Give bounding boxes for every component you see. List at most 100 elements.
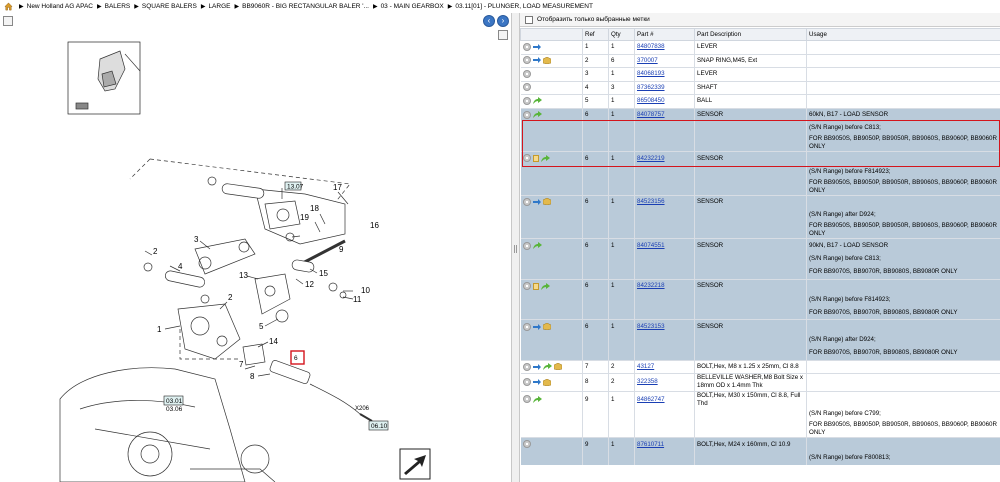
home-icon[interactable] bbox=[4, 2, 13, 11]
add-to-cart-icon[interactable] bbox=[522, 56, 531, 65]
table-row[interactable]: 1 1 84807838 LEVER bbox=[520, 40, 1000, 54]
table-row[interactable]: 9 1 84862747 BOLT,Hex, M30 x 150mm, Cl 8.8,… bbox=[520, 390, 1000, 408]
callout[interactable]: 18 bbox=[310, 204, 319, 213]
part-number-link[interactable]: 84807838 bbox=[637, 43, 665, 50]
breadcrumb-item[interactable]: ▶ 03 - MAIN GEARBOX bbox=[373, 3, 444, 10]
kit-box-icon[interactable] bbox=[553, 363, 562, 371]
callout[interactable]: 16 bbox=[370, 221, 379, 230]
splitter-grip-icon[interactable] bbox=[514, 245, 517, 253]
table-row[interactable]: FOR BB9050S, BB9050P, BB9050R, BB9060S, … bbox=[520, 222, 1000, 239]
table-row[interactable]: 7 2 43127 BOLT,Hex, M8 x 1.25 x 25mm, Cl 8.… bbox=[520, 359, 1000, 374]
add-to-cart-icon[interactable] bbox=[522, 282, 531, 291]
callout[interactable]: 17 bbox=[333, 183, 342, 192]
callout[interactable]: 10 bbox=[361, 286, 370, 295]
table-row[interactable]: 3 1 84068193 LEVER bbox=[520, 67, 1000, 81]
add-to-cart-icon[interactable] bbox=[522, 440, 531, 449]
breadcrumb-item[interactable]: ▶ LARGE bbox=[201, 3, 231, 10]
table-row[interactable]: (S/N Range) after D924; bbox=[520, 333, 1000, 347]
part-number-link[interactable]: 84074551 bbox=[637, 242, 665, 249]
next-diagram-button[interactable]: › bbox=[497, 15, 509, 27]
ref-box-label[interactable]: 03.01 bbox=[166, 398, 183, 405]
part-number-link[interactable]: 84232218 bbox=[637, 282, 665, 289]
callout[interactable]: 5 bbox=[259, 322, 264, 331]
prev-diagram-button[interactable]: ‹ bbox=[483, 15, 495, 27]
part-number-link[interactable]: 84078757 bbox=[637, 111, 665, 118]
part-number-link[interactable]: 84232219 bbox=[637, 155, 665, 162]
part-number-link[interactable]: 84068193 bbox=[637, 70, 665, 77]
green-arrow-icon[interactable] bbox=[532, 395, 542, 403]
table-row[interactable]: 6 1 84523156 SENSOR bbox=[520, 194, 1000, 209]
kit-box-icon[interactable] bbox=[542, 323, 551, 331]
ref-box-label[interactable]: 03.06 bbox=[166, 406, 183, 413]
kit-box-icon[interactable] bbox=[542, 378, 551, 386]
add-to-cart-icon[interactable] bbox=[522, 69, 531, 78]
add-to-cart-icon[interactable] bbox=[522, 197, 531, 206]
callout[interactable]: 11 bbox=[353, 295, 362, 304]
table-row[interactable]: 8 2 322358 BELLEVILLE WASHER,M8 Bolt Size x… bbox=[520, 373, 1000, 391]
table-row[interactable]: 6 1 84078757 SENSOR 60kN, B17 - LOAD SENSOR bbox=[520, 107, 1000, 122]
add-to-cart-icon[interactable] bbox=[522, 96, 531, 105]
note-icon[interactable] bbox=[532, 154, 539, 162]
callout[interactable]: 2 bbox=[153, 247, 158, 256]
column-header[interactable]: Ref bbox=[582, 28, 609, 41]
part-number-link[interactable]: 322358 bbox=[637, 378, 658, 385]
add-to-cart-icon[interactable] bbox=[522, 322, 531, 331]
part-number-link[interactable]: 87610711 bbox=[637, 441, 664, 448]
table-row[interactable]: 6 1 84074551 SENSOR 90kN, B17 - LOAD SENSOR bbox=[520, 238, 1000, 253]
swap-arrow-icon[interactable] bbox=[532, 323, 541, 330]
green-arrow-icon[interactable] bbox=[532, 97, 542, 105]
green-arrow-icon[interactable] bbox=[532, 111, 542, 119]
expand-icon[interactable] bbox=[3, 16, 13, 26]
callout[interactable]: 12 bbox=[305, 280, 314, 289]
next-view-icon[interactable] bbox=[399, 448, 431, 480]
part-number-link[interactable]: 87362339 bbox=[637, 84, 665, 91]
add-to-cart-icon[interactable] bbox=[522, 241, 531, 250]
column-header[interactable]: Part # bbox=[634, 28, 695, 41]
kit-box-icon[interactable] bbox=[542, 198, 551, 206]
part-number-link[interactable]: 84523156 bbox=[637, 198, 665, 205]
pane-splitter[interactable] bbox=[512, 13, 520, 482]
table-row[interactable]: (S/N Range) before C813; bbox=[520, 121, 1000, 135]
table-row[interactable]: 6 1 84232218 SENSOR bbox=[520, 278, 1000, 293]
breadcrumb-item[interactable]: ▶ New Holland AG APAC bbox=[19, 3, 93, 10]
green-arrow-icon[interactable] bbox=[540, 282, 550, 290]
table-row[interactable]: 4 3 87362339 SHAFT bbox=[520, 80, 1000, 95]
add-to-cart-icon[interactable] bbox=[522, 395, 531, 404]
table-row[interactable]: (S/N Range) before F800813; bbox=[520, 451, 1000, 465]
swap-arrow-icon[interactable] bbox=[532, 198, 541, 205]
add-to-cart-icon[interactable] bbox=[522, 83, 531, 92]
breadcrumb-item[interactable]: ▶ BB9060R - BIG RECTANGULAR BALER '... bbox=[234, 3, 368, 10]
kit-box-icon[interactable] bbox=[542, 56, 551, 64]
add-to-cart-icon[interactable] bbox=[522, 154, 531, 163]
swap-arrow-icon[interactable] bbox=[532, 363, 541, 370]
add-to-cart-icon[interactable] bbox=[522, 110, 531, 119]
table-row[interactable]: FOR BB9070S, BB9070R, BB9080S, BB9080R O… bbox=[520, 346, 1000, 361]
add-to-cart-icon[interactable] bbox=[522, 362, 531, 371]
callout[interactable]: 9 bbox=[339, 245, 344, 254]
breadcrumb-item[interactable]: ▶ BALERS bbox=[97, 3, 130, 10]
table-row[interactable]: 2 6 370007 SNAP RING,M45, Ext bbox=[520, 53, 1000, 68]
callout[interactable]: 2 bbox=[228, 293, 233, 302]
callout[interactable]: 3 bbox=[194, 235, 199, 244]
part-number-link[interactable]: 86508450 bbox=[637, 97, 665, 104]
green-arrow-icon[interactable] bbox=[542, 363, 552, 371]
add-to-cart-icon[interactable] bbox=[522, 42, 531, 51]
swap-arrow-icon[interactable] bbox=[532, 379, 541, 386]
ref-box-label[interactable]: 13.07 bbox=[287, 184, 304, 191]
add-to-cart-icon[interactable] bbox=[522, 378, 531, 387]
table-row[interactable]: (S/N Range) before F814923; bbox=[520, 165, 1000, 179]
table-row[interactable]: FOR BB9070S, BB9070R, BB9080S, BB9080R O… bbox=[520, 306, 1000, 320]
callout[interactable]: 15 bbox=[319, 269, 328, 278]
table-row[interactable]: FOR BB9050S, BB9050P, BB9050R, BB9060S, … bbox=[520, 421, 1000, 438]
callout[interactable]: X206 bbox=[355, 406, 370, 412]
breadcrumb-item[interactable]: ▶ SQUARE BALERS bbox=[134, 3, 197, 10]
callout[interactable]: 19 bbox=[300, 213, 309, 222]
ref-box-label[interactable]: 06.10 bbox=[371, 423, 388, 430]
note-icon[interactable] bbox=[532, 282, 539, 290]
table-row[interactable]: 5 1 86508450 BALL bbox=[520, 94, 1000, 108]
part-number-link[interactable]: 84862747 bbox=[637, 396, 665, 403]
table-row[interactable]: (S/N Range) after D924; bbox=[520, 208, 1000, 223]
part-number-link[interactable]: 370007 bbox=[637, 57, 658, 64]
table-row[interactable]: FOR BB9050S, BB9050P, BB9050R, BB9060S, … bbox=[520, 178, 1000, 196]
table-row[interactable]: 9 1 87610711 BOLT,Hex, M24 x 160mm, Cl 10.9 bbox=[520, 437, 1000, 452]
